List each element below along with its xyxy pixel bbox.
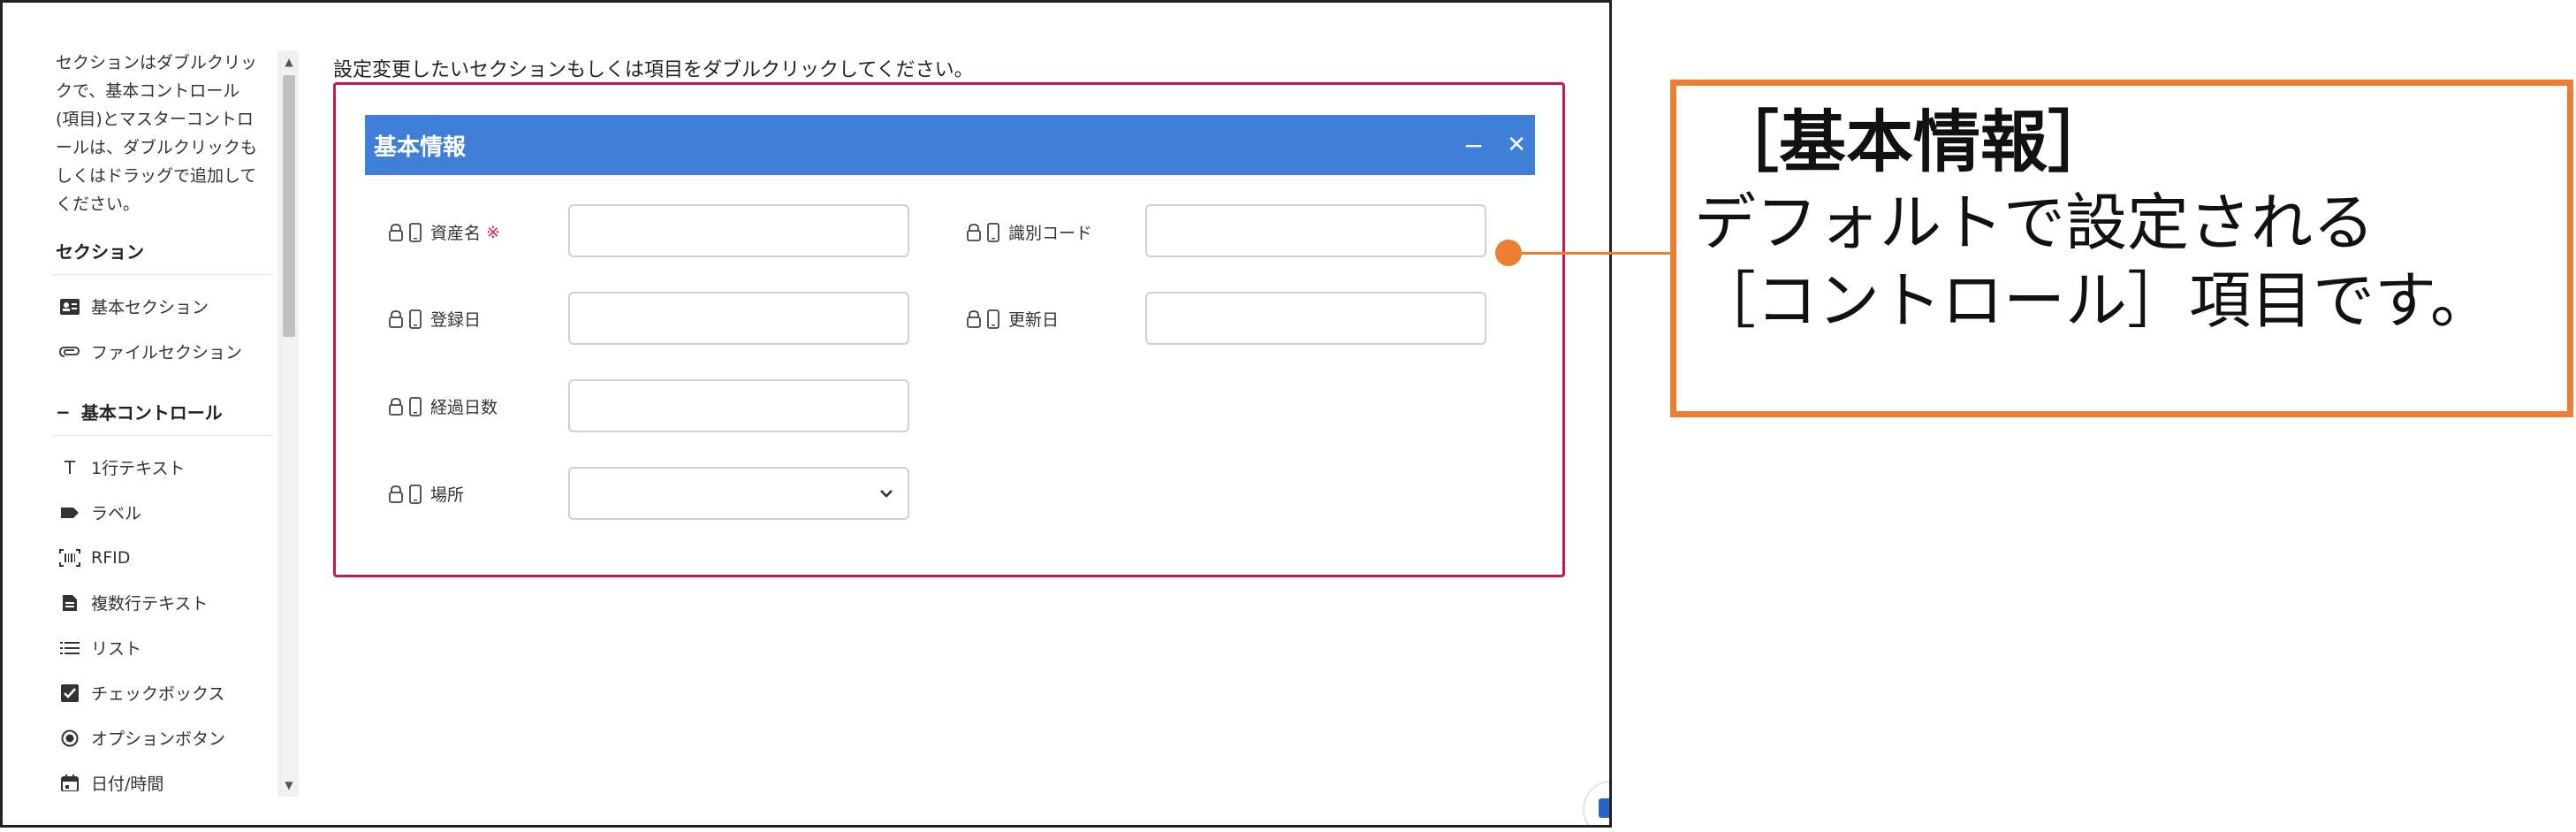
sections-heading: セクション (52, 229, 273, 275)
collapse-icon: − (56, 401, 71, 423)
app-screen: セクションはダブルクリッ クで、基本コントロール (項目)とマスターコントロ ー… (0, 0, 1612, 828)
palette-item-checkbox[interactable]: チェックボックス (52, 670, 273, 715)
mobile-icon (409, 309, 425, 329)
radio-icon (59, 728, 80, 749)
id-card-icon (59, 296, 80, 317)
calendar-icon (59, 773, 80, 791)
lock-icon (966, 309, 982, 329)
palette-item-label: ラベル (91, 504, 142, 523)
field-label-location: 場所 (388, 482, 464, 506)
required-mark: ※ (486, 222, 500, 242)
palette-item-label: リスト (91, 639, 142, 659)
help-line: しくはドラッグで追加して (56, 166, 257, 186)
id-code-input[interactable] (1145, 204, 1486, 257)
callout-title: ［基本情報］ (1712, 103, 2115, 181)
palette-item-label-control[interactable]: ラベル (52, 490, 273, 535)
mobile-icon (409, 396, 425, 416)
palette-item-rfid[interactable]: RFID (52, 535, 273, 580)
location-select[interactable] (568, 467, 909, 520)
field-label-asset-name: 資産名 ※ (388, 220, 500, 244)
palette-help-text: セクションはダブルクリッ クで、基本コントロール (項目)とマスターコントロ ー… (56, 49, 273, 218)
field-label-registration-date: 登録日 (388, 307, 481, 331)
callout-line-1: デフォルトで設定される (1694, 187, 2375, 259)
field-label-elapsed-days: 経過日数 (388, 394, 498, 418)
lock-icon (388, 223, 404, 242)
controls-heading[interactable]: − 基本コントロール (52, 390, 273, 436)
mobile-icon (409, 222, 425, 242)
callout-box: ［基本情報］ デフォルトで設定される ［コントロール］項目です。 (1670, 80, 2573, 417)
help-line: (項目)とマスターコントロ (56, 110, 254, 129)
field-label-text: 登録日 (430, 310, 482, 330)
floating-help-button[interactable] (1583, 781, 1609, 825)
help-line: ください。 (56, 195, 141, 214)
elapsed-days-input[interactable] (568, 379, 909, 432)
asset-name-input[interactable] (568, 204, 909, 257)
palette-item-multi-line-text[interactable]: 複数行テキスト (52, 580, 273, 625)
tag-icon (59, 502, 80, 523)
help-line: クで、基本コントロール (56, 81, 240, 101)
controls-heading-label: 基本コントロール (80, 402, 223, 424)
palette-item-option-button[interactable]: オプションボタン (52, 715, 273, 760)
rfid-icon (59, 547, 80, 569)
palette-item-label: オプションボタン (91, 729, 226, 749)
palette-item-label: ファイルセクション (91, 343, 243, 363)
field-label-text: 識別コード (1008, 224, 1093, 243)
palette-scrollbar[interactable]: ▲ ▼ (278, 50, 299, 797)
text-icon: T (64, 456, 76, 478)
registration-date-input[interactable] (568, 292, 909, 345)
lock-icon (966, 223, 982, 242)
close-icon[interactable]: ✕ (1507, 132, 1526, 158)
lock-icon (388, 309, 404, 329)
field-label-text: 資産名 (430, 224, 482, 243)
checkbox-icon (59, 683, 80, 704)
paperclip-icon (59, 341, 80, 363)
mobile-icon (987, 309, 1003, 329)
callout-connector-line (1513, 252, 1670, 255)
palette-item-label: RFID (91, 547, 131, 568)
palette-item-label: 基本セクション (91, 298, 209, 317)
field-label-text: 経過日数 (430, 398, 498, 417)
lock-icon (388, 485, 404, 504)
palette-item-basic-section[interactable]: 基本セクション (52, 284, 273, 329)
palette-item-datetime[interactable]: 日付/時間 (52, 760, 273, 791)
update-date-input[interactable] (1145, 292, 1486, 345)
chat-icon (1599, 798, 1609, 818)
list-icon (59, 637, 80, 659)
field-label-text: 更新日 (1008, 310, 1060, 330)
field-label-id-code: 識別コード (966, 220, 1092, 244)
minimize-icon[interactable]: − (1463, 131, 1484, 160)
document-icon (59, 592, 80, 614)
help-line: ールは、ダブルクリックも (56, 138, 258, 157)
palette-item-list[interactable]: リスト (52, 625, 273, 670)
palette-item-label: 1行テキスト (91, 459, 186, 478)
palette-item-file-section[interactable]: ファイルセクション (52, 329, 273, 374)
scroll-down-icon[interactable]: ▼ (279, 775, 299, 795)
scroll-up-icon[interactable]: ▲ (279, 52, 299, 72)
control-palette: セクションはダブルクリッ クで、基本コントロール (項目)とマスターコントロ ー… (52, 49, 273, 791)
palette-item-single-line-text[interactable]: T 1行テキスト (52, 445, 273, 490)
palette-item-label: 複数行テキスト (91, 594, 209, 614)
palette-item-label: チェックボックス (91, 684, 225, 704)
section-title: 基本情報 (374, 134, 467, 161)
mobile-icon (987, 222, 1003, 242)
field-label-text: 場所 (430, 485, 465, 505)
callout-line-2: ［コントロール］項目です。 (1694, 264, 2492, 337)
lock-icon (388, 397, 404, 416)
help-line: セクションはダブルクリッ (56, 53, 258, 73)
designer-instruction: 設定変更したいセクションもしくは項目をダブルクリックしてください。 (333, 59, 974, 81)
palette-item-label: 日付/時間 (91, 775, 164, 791)
chevron-down-icon (874, 481, 899, 506)
scrollbar-thumb[interactable] (283, 75, 295, 337)
section-header-basic-info[interactable]: 基本情報 − ✕ (365, 115, 1535, 175)
mobile-icon (409, 484, 425, 504)
field-label-update-date: 更新日 (966, 307, 1059, 331)
